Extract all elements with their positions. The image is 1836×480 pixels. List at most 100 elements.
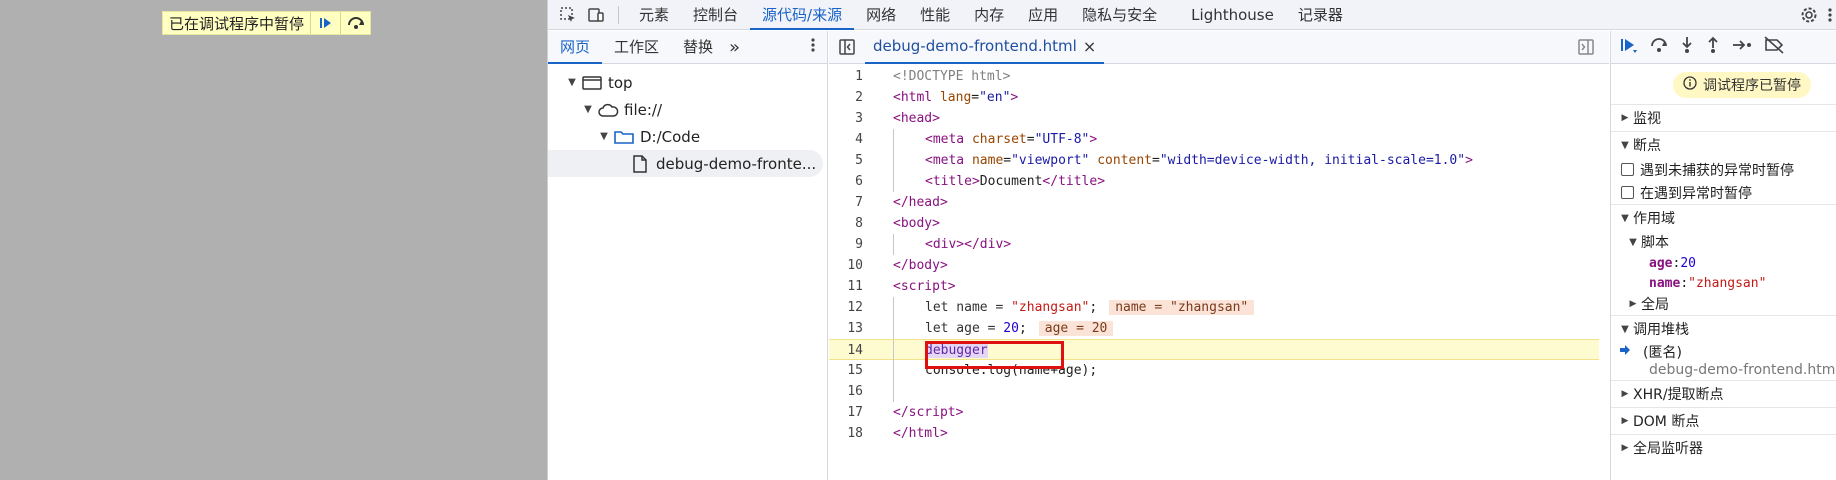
toggle-navigator-icon[interactable] [829, 38, 865, 56]
code-line[interactable]: 2 <html lang="en"> [829, 87, 1599, 108]
tab-privacy-security[interactable]: 隐私与安全 [1070, 0, 1169, 30]
expand-arrow-icon[interactable]: ▼ [580, 104, 596, 115]
pause-uncaught-checkbox[interactable] [1621, 163, 1634, 176]
section-scope[interactable]: ▼ 作用域 [1611, 204, 1836, 231]
section-watch[interactable]: ▶ 监视 [1611, 104, 1836, 131]
step-icon[interactable] [1731, 36, 1753, 58]
line-number[interactable]: 8 [829, 213, 875, 234]
code-line[interactable]: 10 </body> [829, 255, 1599, 276]
section-global-listeners[interactable]: ▶ 全局监听器 [1611, 434, 1836, 461]
code-line[interactable]: 6 <title>Document</title> [829, 171, 1599, 192]
line-number[interactable]: 4 [829, 129, 875, 150]
tab-network[interactable]: 网络 [854, 0, 908, 30]
line-number[interactable]: 15 [829, 360, 875, 381]
devtools-window: 元素 控制台 源代码/来源 网络 性能 内存 应用 隐私与安全 Lighthou… [547, 0, 1836, 480]
scope-variable[interactable]: age: 20 [1611, 253, 1836, 273]
section-xhr-breakpoints[interactable]: ▶ XHR/提取断点 [1611, 380, 1836, 407]
step-over-icon[interactable] [1649, 36, 1669, 58]
pause-caught-checkbox-row[interactable]: 在遇到异常时暂停 [1611, 181, 1836, 204]
pause-caught-checkbox[interactable] [1621, 186, 1634, 199]
line-number[interactable]: 17 [829, 402, 875, 423]
editor-file-tab[interactable]: debug-demo-frontend.html × [865, 31, 1105, 64]
gear-icon[interactable] [1795, 1, 1823, 29]
line-number[interactable]: 12 [829, 297, 875, 318]
scope-variable[interactable]: name: "zhangsan" [1611, 273, 1836, 293]
more-tabs-icon[interactable]: » [725, 31, 744, 64]
toggle-debugger-icon[interactable] [1577, 38, 1595, 60]
code-line[interactable]: 3 <head> [829, 108, 1599, 129]
line-number[interactable]: 10 [829, 255, 875, 276]
tab-lighthouse[interactable]: Lighthouse [1179, 0, 1286, 30]
line-number[interactable]: 14 [829, 340, 875, 359]
section-dom-breakpoints[interactable]: ▶ DOM 断点 [1611, 407, 1836, 434]
scope-global[interactable]: ▶ 全局 [1611, 293, 1836, 315]
code-line[interactable]: 16 [829, 381, 1599, 402]
line-number[interactable]: 3 [829, 108, 875, 129]
tab-performance[interactable]: 性能 [908, 0, 962, 30]
tab-recorder[interactable]: 记录器 [1286, 0, 1355, 30]
code-line[interactable]: 11 <script> [829, 276, 1599, 297]
tab-elements[interactable]: 元素 [627, 0, 681, 30]
debugger-paused-badge: 调试程序已暂停 [1673, 72, 1811, 98]
more-options-icon[interactable] [1823, 1, 1836, 29]
tab-page[interactable]: 网页 [548, 31, 603, 64]
variable-separator: : [1680, 275, 1689, 291]
debugger-sidebar: 调试程序已暂停 ▶ 监视 ▼ 断点 遇到未捕获的异常时暂停 在遇到异常时暂停 ▼ 作用… [1610, 31, 1836, 480]
code-line[interactable]: 18 </html> [829, 423, 1599, 444]
section-call-stack[interactable]: ▼ 调用堆栈 [1611, 315, 1836, 342]
tree-item-origin[interactable]: ▼ file:// [548, 96, 827, 123]
line-number[interactable]: 11 [829, 276, 875, 297]
code-line[interactable]: 1 <!DOCTYPE html> [829, 66, 1599, 87]
device-toolbar-icon[interactable] [582, 1, 610, 29]
tree-item-top[interactable]: ▼ top [548, 69, 827, 96]
line-number[interactable]: 13 [829, 318, 875, 339]
code-line[interactable]: 17 </script> [829, 402, 1599, 423]
section-breakpoints[interactable]: ▼ 断点 [1611, 131, 1836, 158]
line-number[interactable]: 6 [829, 171, 875, 192]
code-line[interactable]: 5 <meta name="viewport" content="width=de… [829, 150, 1599, 171]
deactivate-breakpoints-icon[interactable] [1763, 36, 1785, 58]
resume-icon[interactable] [1619, 36, 1639, 58]
close-icon[interactable]: × [1083, 31, 1096, 62]
tab-console[interactable]: 控制台 [681, 0, 750, 30]
inspect-element-icon[interactable] [554, 1, 582, 29]
line-number[interactable]: 7 [829, 192, 875, 213]
code-lines[interactable]: 1 <!DOCTYPE html> 2 <html lang="en"> 3 <hea… [829, 66, 1599, 480]
tree-item-label: top [608, 73, 633, 92]
step-out-icon[interactable] [1705, 36, 1721, 58]
paused-in-debugger-overlay: 已在调试程序中暂停 [162, 11, 372, 35]
expand-arrow-icon[interactable]: ▼ [596, 131, 612, 142]
tab-application[interactable]: 应用 [1016, 0, 1070, 30]
tab-sources[interactable]: 源代码/来源 [750, 0, 855, 30]
scope-script[interactable]: ▼ 脚本 [1611, 231, 1836, 253]
tab-overrides[interactable]: 替换 [671, 31, 725, 64]
tab-memory[interactable]: 内存 [962, 0, 1016, 30]
step-into-icon[interactable] [1679, 36, 1695, 58]
line-number[interactable]: 2 [829, 87, 875, 108]
line-number[interactable]: 16 [829, 381, 875, 402]
tab-workspace[interactable]: 工作区 [602, 31, 671, 64]
code-line[interactable]: 13 let age = 20; age = 20 [829, 318, 1599, 339]
call-frame-location[interactable]: debug-demo-frontend.htm [1611, 362, 1836, 380]
expand-arrow-icon[interactable]: ▼ [564, 77, 580, 88]
line-number[interactable]: 18 [829, 423, 875, 444]
tree-item-folder[interactable]: ▼ D:/Code [548, 123, 827, 150]
line-number[interactable]: 1 [829, 66, 875, 87]
step-over-icon[interactable] [340, 12, 370, 34]
resume-icon[interactable] [310, 12, 340, 34]
line-number[interactable]: 5 [829, 150, 875, 171]
navigator-menu-icon[interactable] [811, 37, 815, 57]
collapsed-arrow-icon: ▶ [1621, 416, 1629, 426]
code-line[interactable]: 12 let name = "zhangsan"; name = "zhangsan… [829, 297, 1599, 318]
highlight-annotation-box [925, 341, 1064, 369]
code-line[interactable]: 8 <body> [829, 213, 1599, 234]
call-frame[interactable]: (匿名) [1611, 342, 1836, 362]
code-line[interactable]: 9 <div></div> [829, 234, 1599, 255]
code-line[interactable]: 4 <meta charset="UTF-8"> [829, 129, 1599, 150]
tree-item-file[interactable]: debug-demo-fronte... [548, 150, 823, 177]
section-label: 作用域 [1633, 211, 1675, 227]
line-number[interactable]: 9 [829, 234, 875, 255]
code-line[interactable]: 7 </head> [829, 192, 1599, 213]
section-label: XHR/提取断点 [1633, 387, 1724, 403]
pause-uncaught-checkbox-row[interactable]: 遇到未捕获的异常时暂停 [1611, 158, 1836, 181]
